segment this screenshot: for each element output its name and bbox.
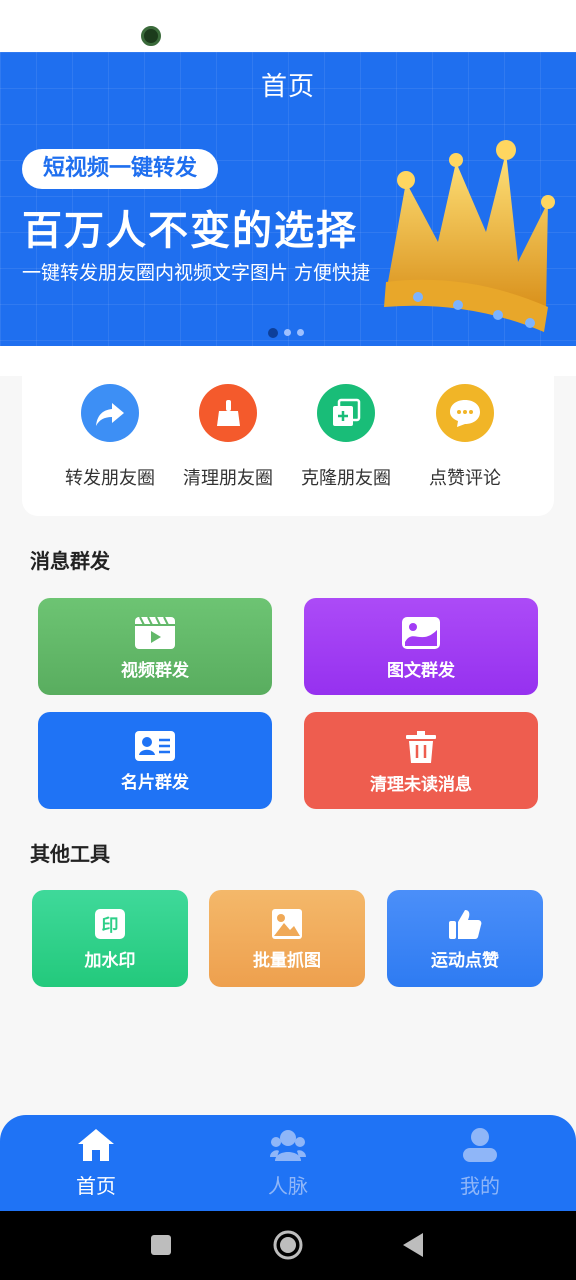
banner-subline: 一键转发朋友圈内视频文字图片 方便快捷 <box>22 262 371 284</box>
tile-label: 运动点赞 <box>431 951 499 971</box>
carousel-dot[interactable] <box>297 329 304 336</box>
page-title: 首页 <box>260 72 315 102</box>
contact-card-icon <box>38 730 272 762</box>
tile-label: 名片群发 <box>121 773 189 793</box>
home-icon <box>36 1127 156 1168</box>
crown-icon <box>384 140 555 332</box>
share-arrow-icon <box>81 384 139 442</box>
trash-icon <box>304 730 538 764</box>
tab-label: 人脉 <box>268 1174 308 1198</box>
quick-action-like[interactable]: 点赞评论 <box>410 384 520 490</box>
recents-button-icon[interactable] <box>150 1234 172 1256</box>
svg-text:印: 印 <box>102 916 119 936</box>
picture-icon <box>209 908 365 940</box>
section-title-mass-message: 消息群发 <box>30 549 110 573</box>
watermark-tile[interactable]: 印 加水印 <box>32 890 188 987</box>
image-icon <box>304 616 538 650</box>
home-button-icon[interactable] <box>272 1229 304 1261</box>
tab-label: 首页 <box>76 1174 116 1198</box>
status-app-icon <box>141 26 161 46</box>
video-icon <box>38 616 272 650</box>
quick-action-label: 克隆朋友圈 <box>301 468 391 489</box>
profile-icon <box>420 1127 540 1168</box>
section-title-other-tools: 其他工具 <box>30 842 110 866</box>
image-text-broadcast-tile[interactable]: 图文群发 <box>304 598 538 695</box>
carousel-dot[interactable] <box>268 328 278 338</box>
card-broadcast-tile[interactable]: 名片群发 <box>38 712 272 809</box>
clear-unread-tile[interactable]: 清理未读消息 <box>304 712 538 809</box>
tile-label: 加水印 <box>84 951 136 971</box>
quick-action-forward[interactable]: 转发朋友圈 <box>55 384 165 490</box>
quick-action-label: 清理朋友圈 <box>183 468 273 489</box>
carousel-dots <box>268 328 304 338</box>
tab-contacts[interactable]: 人脉 <box>228 1127 348 1199</box>
stamp-icon: 印 <box>32 908 188 940</box>
banner-headline: 百万人不变的选择 <box>22 208 358 254</box>
tab-home[interactable]: 首页 <box>36 1127 156 1199</box>
quick-action-clean[interactable]: 清理朋友圈 <box>173 384 283 490</box>
tab-profile[interactable]: 我的 <box>420 1127 540 1199</box>
clone-icon <box>317 384 375 442</box>
tile-label: 批量抓图 <box>253 951 321 971</box>
chat-bubble-icon <box>436 384 494 442</box>
system-nav-bar <box>0 1211 576 1280</box>
carousel-dot[interactable] <box>284 329 291 336</box>
quick-action-clone[interactable]: 克隆朋友圈 <box>291 384 401 490</box>
status-bar <box>0 0 576 52</box>
contacts-icon <box>228 1127 348 1168</box>
hero-banner[interactable]: 首页 短视频一键转发 百万人不变的选择 一键转发朋友圈内视频文字图片 方便快捷 <box>0 52 576 346</box>
banner-pill: 短视频一键转发 <box>22 149 218 189</box>
thumbs-up-icon <box>387 908 543 940</box>
sport-like-tile[interactable]: 运动点赞 <box>387 890 543 987</box>
batch-capture-tile[interactable]: 批量抓图 <box>209 890 365 987</box>
quick-action-label: 点赞评论 <box>429 468 501 489</box>
quick-action-label: 转发朋友圈 <box>65 468 155 489</box>
tile-label: 清理未读消息 <box>370 775 472 795</box>
tile-label: 视频群发 <box>121 661 189 681</box>
broom-icon <box>199 384 257 442</box>
back-button-icon[interactable] <box>402 1232 424 1258</box>
banner-divider <box>0 346 576 376</box>
bottom-tab-bar: 首页 人脉 我的 <box>0 1115 576 1211</box>
quick-actions-card: 转发朋友圈 清理朋友圈 克隆朋友圈 点赞评论 <box>22 376 554 516</box>
tile-label: 图文群发 <box>387 661 455 681</box>
video-broadcast-tile[interactable]: 视频群发 <box>38 598 272 695</box>
tab-label: 我的 <box>460 1174 500 1198</box>
